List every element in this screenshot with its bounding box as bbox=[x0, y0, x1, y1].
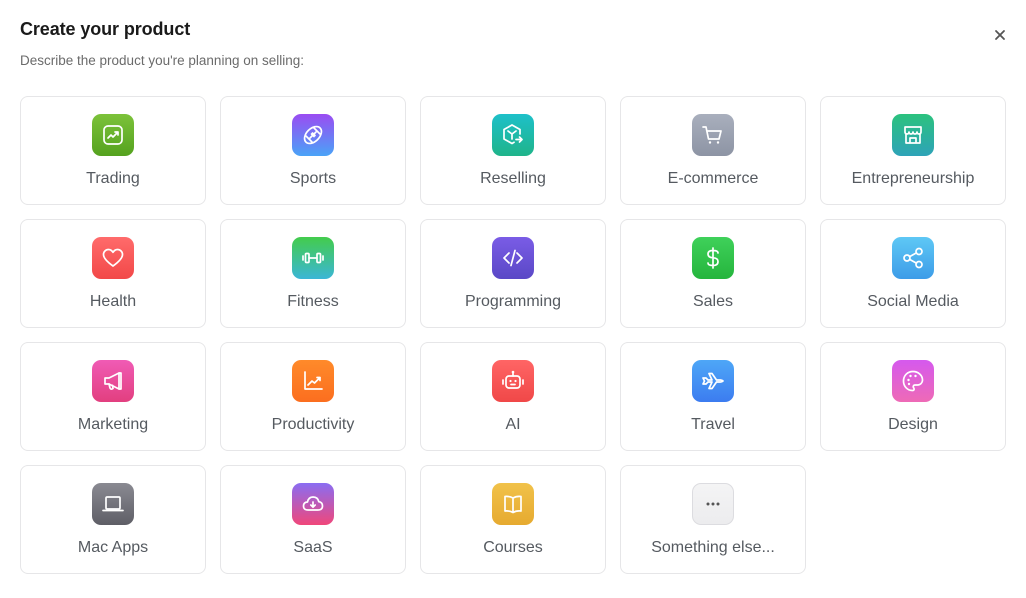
category-label: Social Media bbox=[867, 293, 959, 310]
dialog-title: Create your product bbox=[20, 19, 191, 39]
category-card-saas[interactable]: SaaS bbox=[220, 465, 406, 574]
category-label: Travel bbox=[691, 416, 735, 433]
category-card-marketing[interactable]: Marketing bbox=[20, 342, 206, 451]
category-label: SaaS bbox=[293, 539, 333, 556]
category-card-ai[interactable]: AI bbox=[420, 342, 606, 451]
category-card-courses[interactable]: Courses bbox=[420, 465, 606, 574]
category-label: Marketing bbox=[77, 416, 149, 433]
dumbbell-icon bbox=[292, 237, 334, 279]
dollar-icon bbox=[692, 237, 734, 279]
category-label: Sales bbox=[692, 293, 734, 310]
category-card-trading[interactable]: Trading bbox=[20, 96, 206, 205]
category-label: Productivity bbox=[271, 416, 355, 433]
category-card-health[interactable]: Health bbox=[20, 219, 206, 328]
category-card-mac-apps[interactable]: Mac Apps bbox=[20, 465, 206, 574]
category-label: Mac Apps bbox=[77, 539, 149, 556]
close-icon bbox=[995, 30, 1005, 40]
shopping-cart-icon bbox=[692, 114, 734, 156]
robot-icon bbox=[492, 360, 534, 402]
close-button[interactable] bbox=[990, 25, 1010, 45]
category-card-sales[interactable]: Sales bbox=[620, 219, 806, 328]
category-card-productivity[interactable]: Productivity bbox=[220, 342, 406, 451]
palette-icon bbox=[892, 360, 934, 402]
football-icon bbox=[292, 114, 334, 156]
category-label: Fitness bbox=[287, 293, 339, 310]
heart-icon bbox=[92, 237, 134, 279]
category-label: Courses bbox=[483, 539, 543, 556]
box-arrow-icon bbox=[492, 114, 534, 156]
code-icon bbox=[492, 237, 534, 279]
category-label: Trading bbox=[86, 170, 140, 187]
category-card-entrepreneurship[interactable]: Entrepreneurship bbox=[820, 96, 1006, 205]
category-card-design[interactable]: Design bbox=[820, 342, 1006, 451]
cloud-download-icon bbox=[292, 483, 334, 525]
category-card-fitness[interactable]: Fitness bbox=[220, 219, 406, 328]
category-label: Reselling bbox=[480, 170, 546, 187]
category-label: Programming bbox=[464, 293, 562, 310]
category-label: E-commerce bbox=[667, 170, 759, 187]
book-icon bbox=[492, 483, 534, 525]
category-card-e-commerce[interactable]: E-commerce bbox=[620, 96, 806, 205]
growth-chart-icon bbox=[292, 360, 334, 402]
category-card-social-media[interactable]: Social Media bbox=[820, 219, 1006, 328]
category-label: Health bbox=[89, 293, 137, 310]
category-card-sports[interactable]: Sports bbox=[220, 96, 406, 205]
trending-chart-icon bbox=[92, 114, 134, 156]
category-label: Design bbox=[888, 416, 938, 433]
category-label: Sports bbox=[289, 170, 337, 187]
dialog-subtitle: Describe the product you're planning on … bbox=[20, 53, 305, 68]
category-grid: Trading Sports Reselling E-commerce Entrepre… bbox=[20, 96, 1006, 574]
category-card-programming[interactable]: Programming bbox=[420, 219, 606, 328]
category-label: Entrepreneurship bbox=[851, 170, 975, 187]
category-card-reselling[interactable]: Reselling bbox=[420, 96, 606, 205]
more-icon bbox=[692, 483, 734, 525]
category-card-something-else[interactable]: Something else... bbox=[620, 465, 806, 574]
airplane-icon bbox=[692, 360, 734, 402]
category-label: AI bbox=[505, 416, 521, 433]
laptop-icon bbox=[92, 483, 134, 525]
category-card-travel[interactable]: Travel bbox=[620, 342, 806, 451]
share-icon bbox=[892, 237, 934, 279]
category-label: Something else... bbox=[651, 539, 775, 556]
storefront-icon bbox=[892, 114, 934, 156]
megaphone-icon bbox=[92, 360, 134, 402]
